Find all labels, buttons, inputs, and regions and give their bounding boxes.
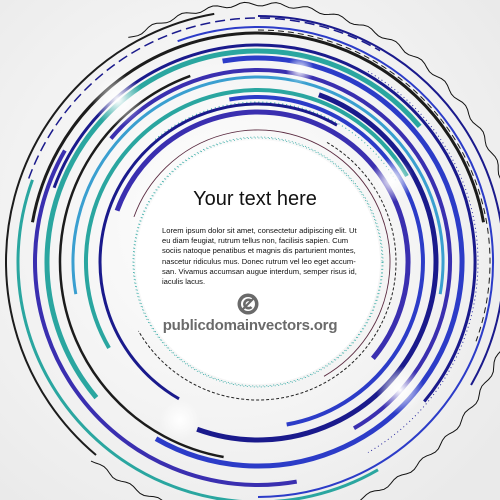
circular-frame-graphic — [0, 0, 500, 500]
light-glint — [92, 74, 144, 126]
light-glint — [286, 56, 314, 84]
center-disc — [136, 140, 380, 384]
light-glint — [160, 400, 200, 440]
light-glint — [376, 366, 424, 414]
light-glint — [370, 158, 414, 202]
